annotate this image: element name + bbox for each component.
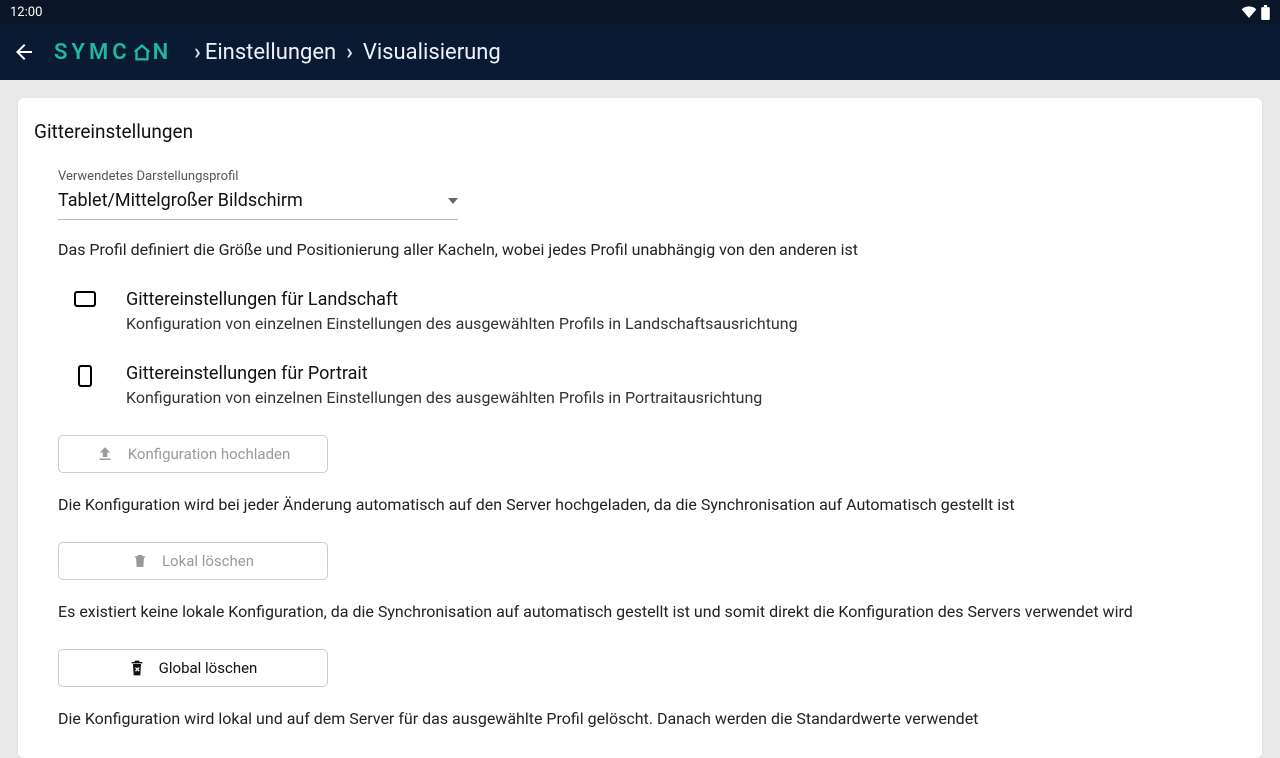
local-delete-note: Es existiert keine lokale Konfiguration,…	[58, 602, 1246, 621]
house-icon	[131, 41, 153, 63]
landscape-icon	[74, 289, 96, 307]
profile-select-value: Tablet/Mittelgroßer Bildschirm	[58, 190, 303, 211]
brand-logo: SYMC N	[54, 40, 172, 65]
section-title: Gittereinstellungen	[34, 120, 1246, 143]
upload-config-label: Konfiguration hochladen	[128, 445, 291, 463]
logo-text-1: SYMC	[54, 40, 131, 65]
upload-icon	[96, 445, 114, 463]
crumb-visualization: Visualisierung	[363, 40, 501, 65]
logo-text-2: N	[153, 40, 173, 65]
profile-select-label: Verwendetes Darstellungsprofil	[58, 169, 458, 184]
global-delete-label: Global löschen	[159, 659, 258, 677]
upload-config-button: Konfiguration hochladen	[58, 435, 328, 473]
global-delete-button[interactable]: Global löschen	[58, 649, 328, 687]
local-delete-label: Lokal löschen	[162, 552, 254, 570]
grid-portrait-row[interactable]: Gittereinstellungen für Portrait Konfigu…	[74, 363, 1246, 407]
profile-select[interactable]: Tablet/Mittelgroßer Bildschirm	[58, 186, 458, 220]
breadcrumb: › Einstellungen › Visualisierung	[190, 40, 501, 65]
profile-description: Das Profil definiert die Größe und Posit…	[58, 240, 1246, 259]
upload-note: Die Konfiguration wird bei jeder Änderun…	[58, 495, 1246, 514]
status-time: 12:00	[10, 5, 42, 20]
portrait-icon	[74, 363, 96, 387]
grid-landscape-row[interactable]: Gittereinstellungen für Landschaft Konfi…	[74, 289, 1246, 333]
wifi-icon	[1241, 6, 1257, 18]
delete-forever-icon	[129, 658, 145, 678]
grid-portrait-sub: Konfiguration von einzelnen Einstellunge…	[126, 388, 762, 407]
local-delete-button: Lokal löschen	[58, 542, 328, 580]
chevron-right-icon: ›	[346, 40, 353, 65]
status-bar: 12:00	[0, 0, 1280, 24]
grid-portrait-title: Gittereinstellungen für Portrait	[126, 363, 762, 384]
chevron-down-icon	[448, 198, 458, 204]
global-delete-note: Die Konfiguration wird lokal und auf dem…	[58, 709, 1246, 728]
grid-landscape-sub: Konfiguration von einzelnen Einstellunge…	[126, 314, 798, 333]
settings-card: Gittereinstellungen Verwendetes Darstell…	[18, 98, 1262, 758]
grid-landscape-title: Gittereinstellungen für Landschaft	[126, 289, 798, 310]
back-button[interactable]	[12, 40, 36, 64]
trash-icon	[132, 552, 148, 570]
chevron-right-icon: ›	[194, 40, 201, 65]
crumb-settings[interactable]: Einstellungen	[205, 40, 336, 65]
app-header: SYMC N › Einstellungen › Visualisierung	[0, 24, 1280, 80]
battery-icon	[1261, 5, 1270, 20]
